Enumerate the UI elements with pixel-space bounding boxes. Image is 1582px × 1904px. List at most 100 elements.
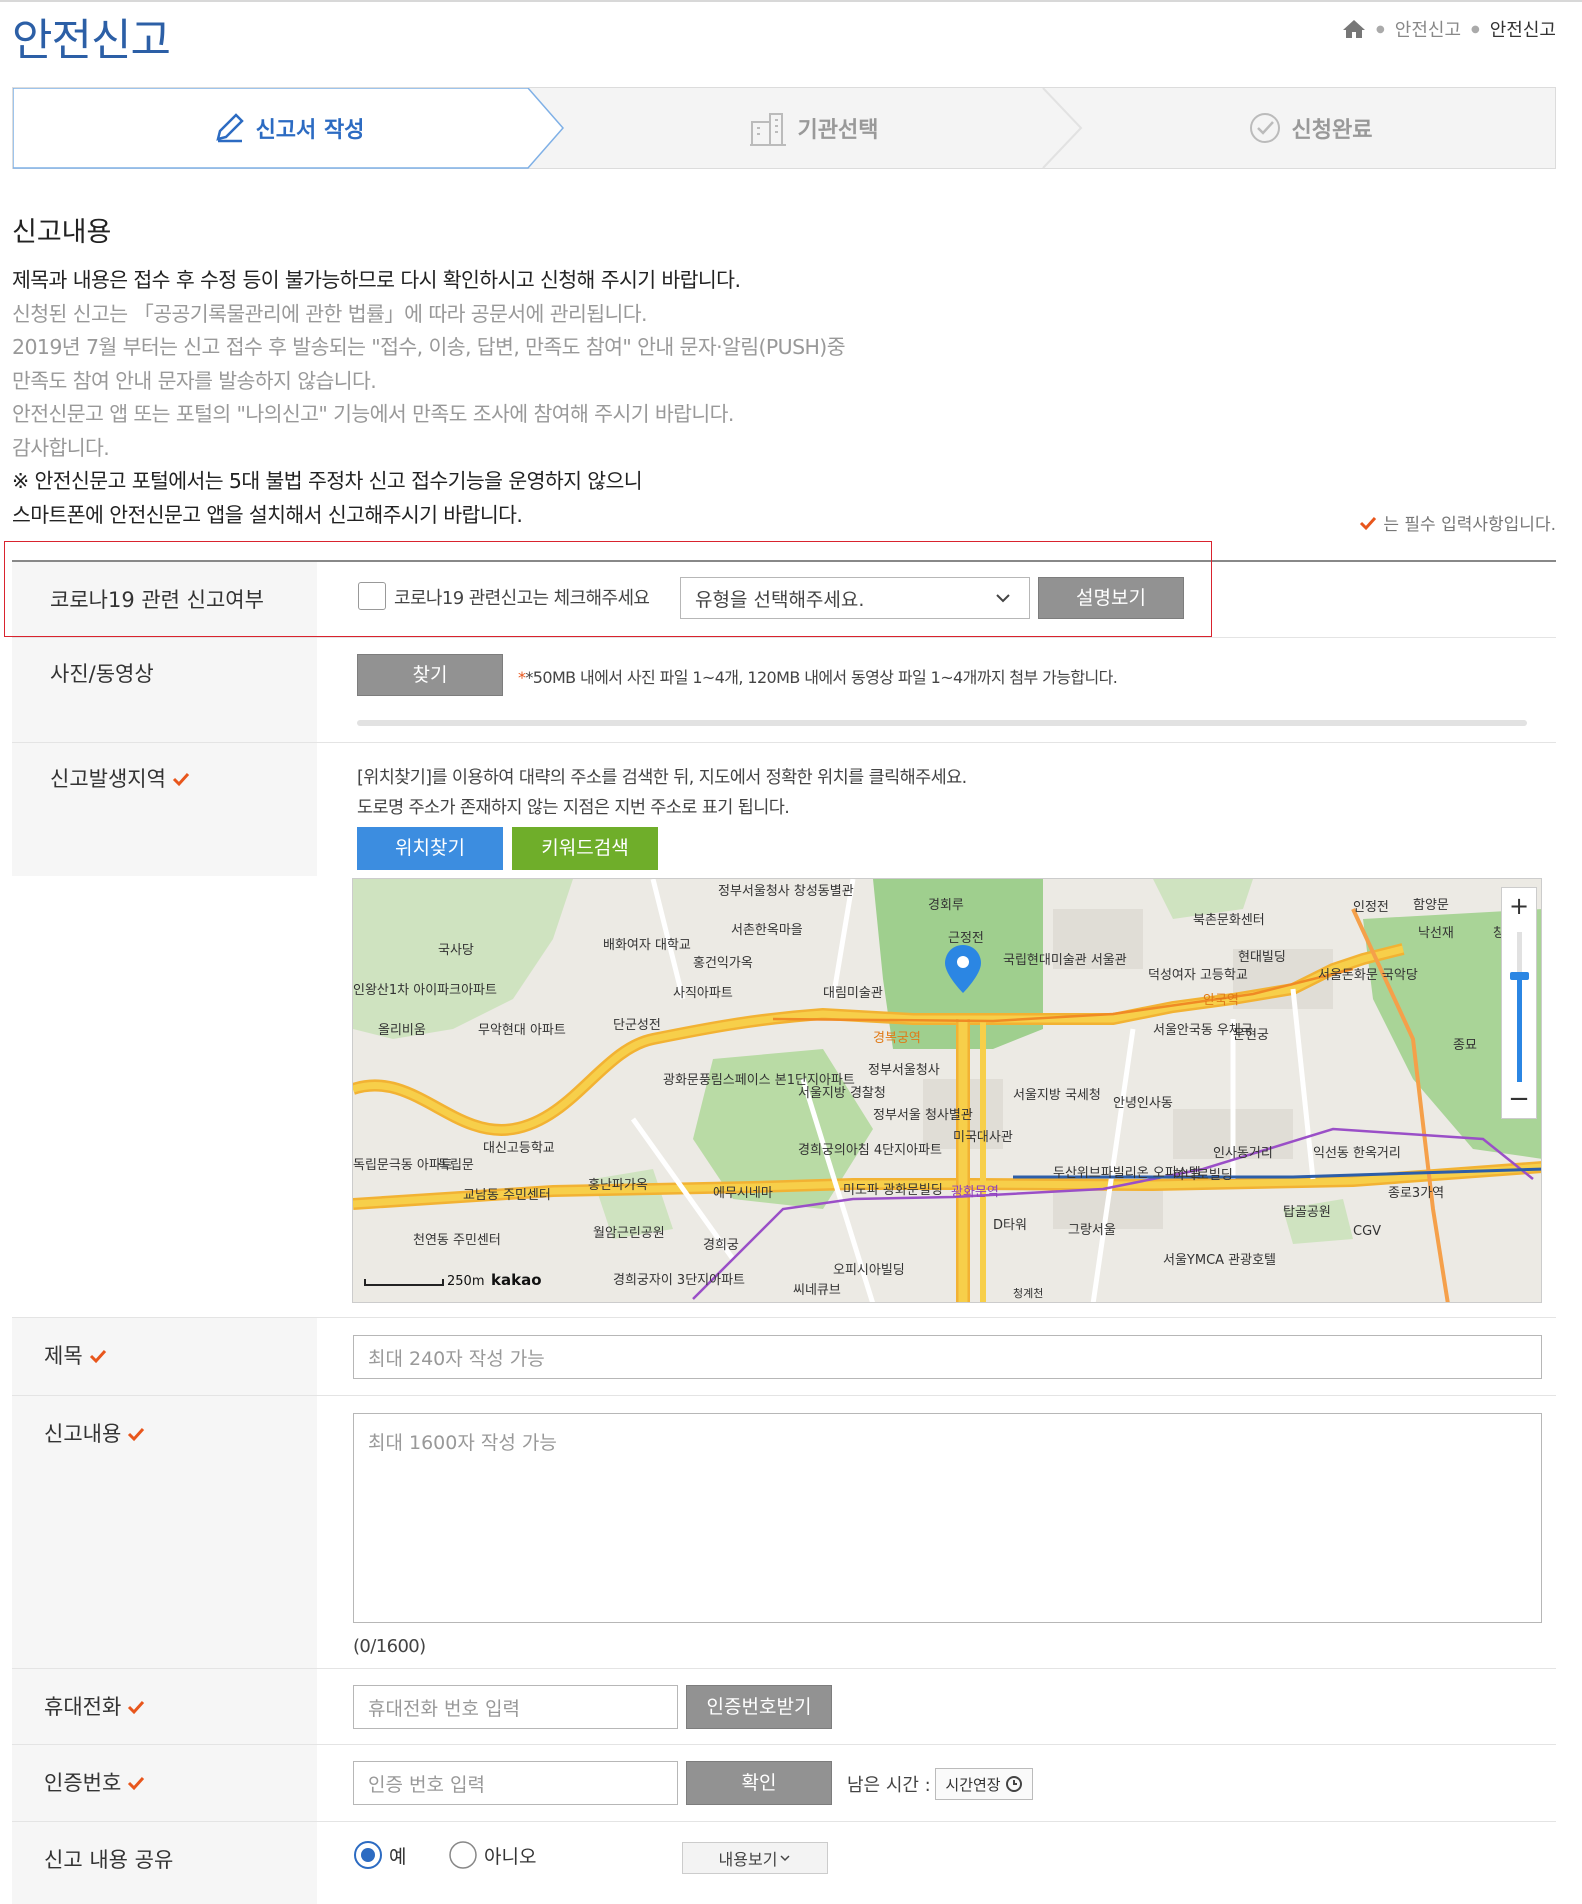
label-text: 제목 xyxy=(44,1340,107,1370)
zoom-in-button[interactable]: + xyxy=(1502,888,1536,924)
required-check-icon xyxy=(89,1349,106,1364)
breadcrumb-item[interactable]: 안전신고 xyxy=(1395,16,1461,42)
map-label: 사직아파트 xyxy=(673,986,733,1001)
notice-line: 감사합니다. xyxy=(12,435,110,460)
required-check-icon xyxy=(128,1700,145,1715)
map-label: 운현궁 xyxy=(1233,1028,1269,1043)
map-label: 정부서울청사 창성동별관 xyxy=(718,884,854,899)
form-row-auth: 인증번호 인증 번호 입력 확인 남은 시간 : 시간연장 xyxy=(12,1745,1556,1822)
row-label: 신고발생지역 xyxy=(12,743,317,876)
map-label: 탑골공원 xyxy=(1283,1205,1331,1220)
label-text: 신고 내용 공유 xyxy=(44,1848,174,1872)
map-label: 정부서울 청사별관 xyxy=(873,1108,973,1123)
map-label: 하나로빌딩 xyxy=(1173,1168,1233,1183)
row-label: 제목 xyxy=(12,1318,317,1395)
location-desc: [위치찾기]를 이용하여 대략의 주소를 검색한 뒤, 지도에서 정확한 위치를… xyxy=(357,768,967,818)
view-content-button[interactable]: 내용보기 xyxy=(682,1842,828,1874)
label-text: 신고내용 xyxy=(44,1418,145,1448)
form-row-share: 신고 내용 공유 예 아니오 내용보기 xyxy=(12,1822,1556,1904)
notice-line: 안전신문고 앱 또는 포털의 "나의신고" 기능에서 만족도 조사에 참여해 주… xyxy=(12,402,734,426)
map-label: 광화문역 xyxy=(951,1185,999,1200)
phone-input[interactable]: 휴대전화 번호 입력 xyxy=(353,1685,678,1729)
confirm-button[interactable]: 확인 xyxy=(686,1761,832,1805)
map-logo: kakao xyxy=(491,1271,542,1289)
keyword-search-button[interactable]: 키워드검색 xyxy=(512,827,658,870)
map-label: 독립문극동 아파트 xyxy=(353,1158,453,1173)
map-label: 경희궁 xyxy=(703,1238,739,1253)
chevron-down-icon xyxy=(780,1855,790,1862)
file-find-button[interactable]: 찾기 xyxy=(357,654,503,696)
media-hint: **50MB 내에서 사진 파일 1~4개, 120MB 내에서 동영상 파일 … xyxy=(518,668,1118,687)
map-label: 에무시네마 xyxy=(713,1186,773,1201)
required-note: 는 필수 입력사항입니다. xyxy=(1359,510,1556,535)
map-label: 미국대사관 xyxy=(953,1130,1013,1145)
row-label: 휴대전화 xyxy=(12,1669,317,1744)
extend-time-button[interactable]: 시간연장 xyxy=(935,1768,1033,1800)
map-label: CGV xyxy=(1353,1224,1381,1239)
radio-selected-icon xyxy=(354,1841,382,1869)
map-label: 경회루 xyxy=(928,898,964,913)
auth-code-input[interactable]: 인증 번호 입력 xyxy=(353,1761,678,1805)
notice-line: 2019년 7월 부터는 신고 접수 후 발송되는 "접수, 이송, 답변, 만… xyxy=(12,335,846,359)
form-row-phone: 휴대전화 휴대전화 번호 입력 인증번호받기 xyxy=(12,1669,1556,1745)
map-label: 익선동 한옥거리 xyxy=(1313,1146,1401,1161)
map-label: 홍난파가옥 xyxy=(588,1178,648,1193)
map-label: 근정전 xyxy=(948,931,984,946)
map-view[interactable]: 정부서울청사 창성동별관 경회루 서촌한옥마을 근정전 국립현대미술관 서울관 … xyxy=(352,878,1542,1303)
label-text: 신고발생지역 xyxy=(50,763,190,793)
content-textarea[interactable]: 최대 1600자 작성 가능 xyxy=(353,1413,1542,1623)
zoom-out-button[interactable]: − xyxy=(1502,1082,1536,1118)
page-title: 안전신고 xyxy=(12,15,171,66)
request-code-button[interactable]: 인증번호받기 xyxy=(686,1685,832,1729)
map-label: 그랑서울 xyxy=(1068,1223,1116,1238)
map-label: 낙선재 xyxy=(1418,926,1454,941)
row-label: 신고 내용 공유 xyxy=(12,1822,317,1904)
find-location-button[interactable]: 위치찾기 xyxy=(357,827,503,870)
map-label: 현대빌딩 xyxy=(1238,950,1286,965)
home-icon[interactable] xyxy=(1342,19,1366,39)
zoom-control: + − xyxy=(1501,887,1537,1119)
label-text: 사진/동영상 xyxy=(50,662,154,686)
map-label: 인사동거리 xyxy=(1213,1146,1273,1161)
label-text: 인증번호 xyxy=(44,1767,145,1797)
map-label: 교남동 주민센터 xyxy=(463,1188,551,1203)
map-label: 경희궁자이 3단지아파트 xyxy=(613,1273,745,1288)
map-label: 무악현대 아파트 xyxy=(478,1023,566,1038)
breadcrumb-separator: ● xyxy=(1471,23,1480,35)
step-agency: 기관선택 xyxy=(563,88,1063,168)
required-check-icon xyxy=(172,772,190,787)
pencil-icon xyxy=(215,113,244,143)
form-row-content: 신고내용 최대 1600자 작성 가능 (0/1600) xyxy=(12,1396,1556,1669)
required-check-icon xyxy=(128,1776,145,1791)
map-label: 단군성전 xyxy=(613,1018,661,1033)
map-label: 서울돈화문 국악당 xyxy=(1318,968,1418,983)
map-label: 종로3가역 xyxy=(1388,1186,1444,1201)
breadcrumb-current: 안전신고 xyxy=(1489,20,1556,41)
map-label: 청계천 xyxy=(1013,1286,1043,1300)
title-input[interactable]: 최대 240자 작성 가능 xyxy=(353,1335,1542,1379)
map-label: 인정전 xyxy=(1353,900,1389,915)
breadcrumb-separator: ● xyxy=(1376,23,1385,35)
map-label: 북촌문화센터 xyxy=(1193,913,1265,928)
map-label: 안국역 xyxy=(1203,993,1239,1008)
row-label: 사진/동영상 xyxy=(12,638,317,742)
map-label: D타워 xyxy=(993,1218,1027,1233)
notice-line: ※ 안전신문고 포털에서는 5대 불법 주정차 신고 접수기능을 운영하지 않으… xyxy=(12,469,643,493)
zoom-slider[interactable] xyxy=(1510,932,1529,1082)
building-icon xyxy=(749,113,786,146)
required-check-icon xyxy=(128,1427,145,1442)
breadcrumb: ● 안전신고 ● 안전신고 xyxy=(1342,16,1556,42)
row-label: 인증번호 xyxy=(12,1745,317,1821)
map-label: 서울YMCA 관광호텔 xyxy=(1163,1253,1276,1268)
highlight-box xyxy=(4,541,1212,637)
clock-icon xyxy=(1005,1776,1022,1792)
share-yes-radio[interactable]: 예 xyxy=(353,1840,406,1870)
share-no-radio[interactable]: 아니오 xyxy=(448,1840,536,1870)
map-label: 대신고등학교 xyxy=(483,1141,555,1156)
map-scale: 250m xyxy=(447,1274,484,1289)
map-label: 서촌한옥마을 xyxy=(731,923,803,938)
map-label: 천연동 주민센터 xyxy=(413,1233,501,1248)
section-title: 신고내용 xyxy=(12,217,112,248)
map-label: 인왕산1차 아이파크아파트 xyxy=(353,983,497,998)
map-canvas: 정부서울청사 창성동별관 경회루 서촌한옥마을 근정전 국립현대미술관 서울관 … xyxy=(353,879,1541,1302)
